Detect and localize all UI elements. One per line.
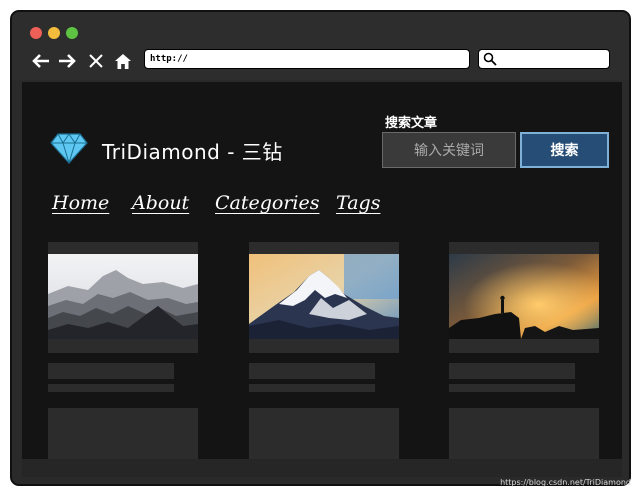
card-title-placeholder — [449, 363, 575, 379]
nav-link-about[interactable]: About — [132, 192, 189, 214]
search-icon — [483, 52, 497, 66]
keyword-search-input[interactable]: 输入关键词 — [382, 132, 516, 168]
card-top-placeholder — [249, 242, 399, 254]
card-meta-placeholder — [249, 384, 375, 392]
back-arrow-icon[interactable] — [30, 50, 52, 72]
snow-peak-photo[interactable] — [249, 254, 399, 339]
stop-icon[interactable] — [85, 50, 107, 72]
card-title-placeholder — [249, 363, 375, 379]
maximize-window-button[interactable] — [66, 27, 78, 39]
nav-link-categories[interactable]: Categories — [215, 192, 320, 214]
nav-link-tags[interactable]: Tags — [336, 192, 380, 214]
silhouette-sunset-photo[interactable] — [449, 254, 599, 339]
card-image-caption-placeholder — [249, 339, 399, 353]
card-meta-placeholder — [449, 384, 575, 392]
forward-arrow-icon[interactable] — [56, 50, 78, 72]
minimize-window-button[interactable] — [48, 27, 60, 39]
card-top-placeholder — [48, 242, 198, 254]
card-top-placeholder — [449, 242, 599, 254]
home-icon[interactable] — [112, 50, 134, 72]
watermark: https://blog.csdn.net/TriDiamond — [500, 478, 631, 487]
page-content: TriDiamond - 三钻 搜索文章 输入关键词 搜索 Home About… — [22, 82, 622, 468]
nav-link-home[interactable]: Home — [52, 192, 109, 214]
site-title[interactable]: TriDiamond - 三钻 — [102, 136, 283, 165]
close-window-button[interactable] — [30, 27, 42, 39]
browser-search-field[interactable] — [478, 49, 610, 69]
search-label: 搜索文章 — [385, 116, 438, 131]
misty-mountains-photo[interactable] — [48, 254, 198, 339]
diamond-logo-icon — [50, 133, 88, 164]
search-button[interactable]: 搜索 — [520, 132, 609, 168]
window-bottom-bar — [22, 459, 622, 477]
card-meta-placeholder — [48, 384, 174, 392]
card-image-caption-placeholder — [48, 339, 198, 353]
address-bar[interactable]: http:// — [144, 49, 470, 69]
card-image-caption-placeholder — [449, 339, 599, 353]
browser-toolbar: http:// — [12, 12, 629, 80]
browser-window: http:// TriDiamond - 三钻 搜索文章 输入关键词 搜索 Ho… — [10, 10, 631, 486]
card-title-placeholder — [48, 363, 174, 379]
